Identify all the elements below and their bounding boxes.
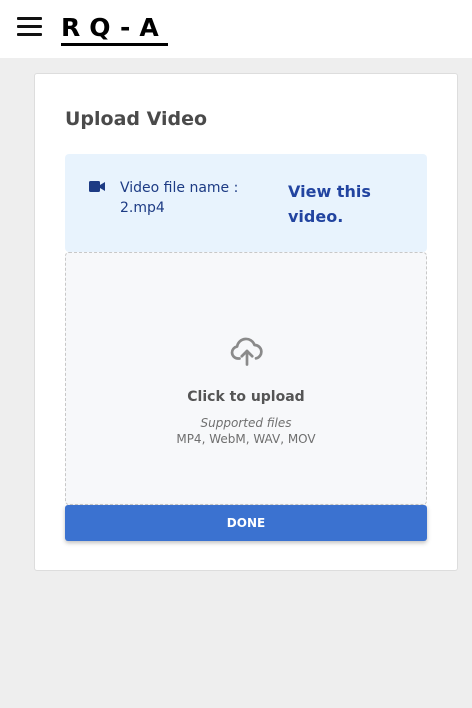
upload-card: Upload Video Video file name : 2.mp4 Vie… [34,73,458,571]
done-button[interactable]: DONE [65,505,427,541]
video-camera-icon [89,181,105,192]
file-name-label: Video file name : 2.mp4 [120,180,239,216]
file-info-box: Video file name : 2.mp4 View this video. [65,154,427,252]
hamburger-menu-icon[interactable] [17,17,42,37]
upload-dropzone[interactable]: Click to upload Supported files MP4, Web… [65,252,427,505]
logo[interactable]: RQ-A [61,14,168,46]
cloud-upload-icon [230,337,263,366]
view-video-link[interactable]: View this video. [288,179,398,229]
top-bar: RQ-A [0,0,472,58]
supported-formats: MP4, WebM, WAV, MOV [176,432,316,446]
supported-files-label: Supported files [200,416,292,430]
upload-title: Click to upload [187,389,305,405]
page-title: Upload Video [65,108,208,130]
